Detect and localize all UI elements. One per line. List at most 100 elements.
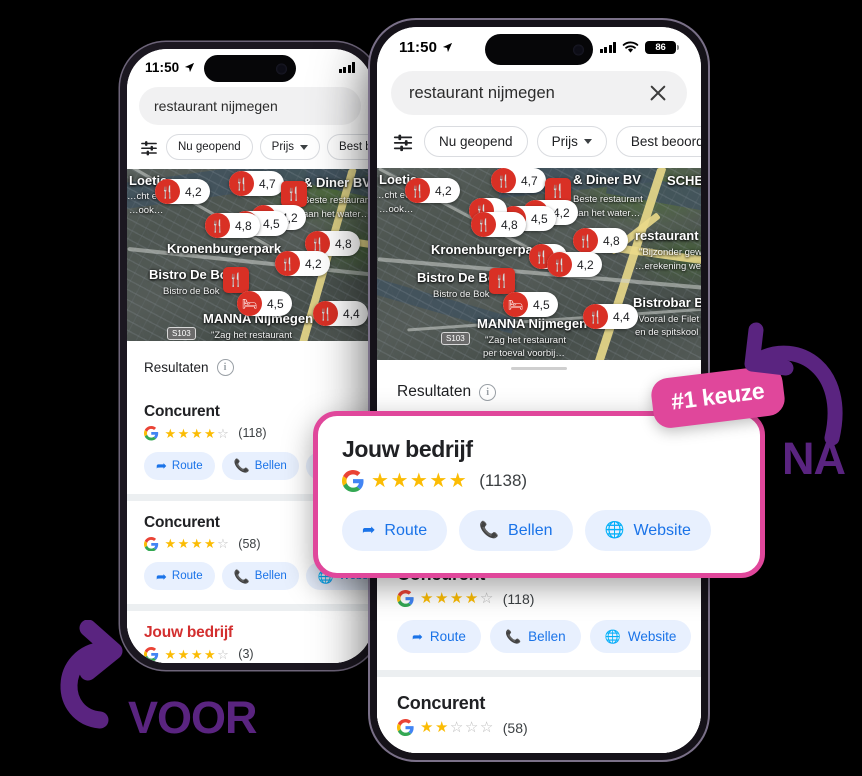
restaurant-icon: 🍴 bbox=[471, 212, 496, 237]
chip-best-beoordeeld-before[interactable]: Best beoordeeld bbox=[327, 134, 373, 160]
map-label: Bistro de Bok bbox=[433, 289, 490, 300]
website-button[interactable]: 🌐 Website bbox=[584, 510, 711, 551]
map-label: …erekening werd… bbox=[635, 261, 701, 272]
search-query-after: restaurant nijmegen bbox=[409, 83, 555, 102]
dynamic-island-before bbox=[204, 55, 296, 82]
pin-rating: 4,2 bbox=[305, 256, 322, 271]
call-button[interactable]: 📞 Bellen bbox=[221, 451, 299, 480]
route-label: Route bbox=[171, 570, 203, 582]
chip-label: Nu geopend bbox=[439, 134, 513, 149]
map-pin[interactable]: 🛏 4,5 bbox=[503, 292, 558, 317]
location-arrow-icon bbox=[442, 42, 453, 52]
search-input-before[interactable]: restaurant nijmegen bbox=[139, 87, 361, 125]
filter-chips-after: Nu geopend Prijs Best beoordeeld bbox=[377, 115, 701, 168]
map-pin[interactable]: 🍴 4,4 bbox=[583, 304, 638, 329]
call-button[interactable]: 📞 Bellen bbox=[489, 620, 581, 653]
chip-nu-geopend-after[interactable]: Nu geopend bbox=[424, 126, 528, 157]
map-pin[interactable]: 🍴 4,4 bbox=[313, 301, 368, 326]
website-label: Website bbox=[627, 629, 677, 644]
map-pin[interactable]: 🍴 4,8 bbox=[205, 213, 260, 238]
chip-label: Best beoordeeld bbox=[339, 141, 373, 153]
map-pin[interactable]: 🍴 bbox=[281, 181, 307, 207]
globe-icon: 🌐 bbox=[604, 521, 625, 539]
route-button[interactable]: ➦ Route bbox=[342, 510, 448, 551]
chip-nu-geopend-before[interactable]: Nu geopend bbox=[166, 134, 253, 160]
star-rating: ★ ★ ★ ★ ☆ bbox=[164, 536, 230, 552]
map-label: "Bijzonder gewaa… bbox=[639, 247, 701, 258]
map-label: "Zag het restaurant bbox=[485, 335, 567, 346]
map-pin[interactable]: 🍴 bbox=[223, 267, 249, 293]
map-label: MANNA Nijmegen bbox=[477, 316, 588, 331]
tune-icon[interactable] bbox=[391, 131, 415, 153]
chevron-down-icon bbox=[583, 139, 592, 144]
filter-chips-before: Nu geopend Prijs Best beoordeeld bbox=[127, 125, 373, 169]
map-label: Kronenburgerpark bbox=[431, 242, 546, 257]
map-label: Beste restaurant bbox=[303, 195, 373, 206]
pin-rating: 4,5 bbox=[533, 297, 550, 312]
map-label: Kronenburgerpark bbox=[167, 241, 282, 256]
route-button[interactable]: ➦ Route bbox=[397, 620, 481, 653]
map-pin[interactable]: 🍴 4,7 bbox=[229, 171, 284, 196]
clock-label: 11:50 bbox=[399, 38, 438, 56]
close-icon[interactable] bbox=[647, 82, 669, 104]
route-button[interactable]: ➦ Route bbox=[144, 562, 215, 590]
map-label: per toeval voorbij… bbox=[483, 348, 565, 359]
info-icon[interactable]: i bbox=[479, 383, 497, 401]
pin-rating: 4,5 bbox=[531, 211, 548, 226]
map-view-after[interactable]: Loetje …cht een …ook… & Diner BV Beste r… bbox=[377, 168, 701, 360]
map-pin[interactable]: 🍴 4,8 bbox=[471, 212, 526, 237]
map-pin[interactable]: 🍴 4,7 bbox=[491, 168, 546, 193]
route-label: Route bbox=[384, 521, 428, 539]
chip-prijs-after[interactable]: Prijs bbox=[536, 126, 607, 157]
composite-canvas: 11:50 restaurant nijmegen Nu geopend Pri… bbox=[0, 0, 862, 776]
map-label: SCHEPEN bbox=[667, 173, 701, 188]
review-count: (58) bbox=[238, 536, 261, 551]
map-pin[interactable]: 🍴 4,2 bbox=[155, 179, 210, 204]
map-pin[interactable]: 🍴 bbox=[489, 268, 515, 294]
search-area-after: restaurant nijmegen bbox=[377, 67, 701, 115]
map-pin[interactable]: 🛏 4,5 bbox=[237, 291, 292, 316]
highlight-business-name: Jouw bedrijf bbox=[342, 436, 473, 462]
tune-icon[interactable] bbox=[139, 138, 159, 157]
star-rating: ★ ★ ★ ★ ☆ bbox=[164, 425, 230, 441]
list-divider bbox=[377, 670, 701, 677]
globe-icon: 🌐 bbox=[604, 629, 621, 644]
info-icon[interactable]: i bbox=[216, 359, 234, 376]
google-g-icon bbox=[144, 426, 159, 441]
pin-rating: 4,4 bbox=[343, 306, 360, 321]
route-button[interactable]: ➦ Route bbox=[144, 451, 215, 480]
map-pin[interactable]: 🍴 4,2 bbox=[547, 252, 602, 277]
directions-icon: ➦ bbox=[362, 521, 376, 539]
battery-level: 86 bbox=[645, 40, 676, 54]
list-divider bbox=[127, 604, 373, 611]
location-arrow-icon bbox=[185, 62, 195, 72]
map-pin[interactable]: 🍴 4,2 bbox=[275, 251, 330, 276]
directions-icon: ➦ bbox=[156, 458, 167, 473]
chip-prijs-before[interactable]: Prijs bbox=[259, 134, 321, 160]
chip-label: Prijs bbox=[271, 141, 295, 153]
status-bar-before: 11:50 bbox=[127, 49, 373, 85]
restaurant-icon: 🍴 bbox=[549, 183, 567, 198]
results-label: Resultaten bbox=[144, 360, 209, 375]
status-indicators-after: 86 bbox=[599, 40, 679, 54]
website-button[interactable]: 🌐 Website bbox=[589, 620, 692, 653]
result-item[interactable]: Concurent ★ ★ ☆ ☆ ☆ (58) bbox=[377, 677, 701, 753]
pin-rating: 4,2 bbox=[577, 257, 594, 272]
front-camera-icon bbox=[276, 63, 287, 74]
map-label: Bistro de Bok bbox=[163, 286, 220, 297]
highlight-result-card[interactable]: Jouw bedrijf ★ ★ ★ ★ ★ (1138) ➦ Route 📞 Bellen… bbox=[313, 411, 765, 578]
star-rating: ★ ★ ★ ★ ☆ bbox=[420, 590, 494, 607]
call-button[interactable]: 📞 Bellen bbox=[221, 562, 299, 590]
search-input-after[interactable]: restaurant nijmegen bbox=[391, 71, 687, 115]
cellular-bars-icon bbox=[599, 41, 616, 53]
map-view-before[interactable]: Loetje …cht een …ook… & Diner BV Beste r… bbox=[127, 169, 373, 341]
review-count: (3) bbox=[238, 647, 254, 662]
map-pin[interactable]: 🍴 4,8 bbox=[573, 228, 628, 253]
review-count: (118) bbox=[238, 426, 267, 441]
chip-best-beoordeeld-after[interactable]: Best beoordeeld bbox=[615, 126, 701, 157]
map-pin[interactable]: 🍴 4,2 bbox=[405, 178, 460, 203]
clock-label: 11:50 bbox=[145, 59, 180, 75]
call-button[interactable]: 📞 Bellen bbox=[459, 510, 573, 551]
restaurant-icon: 🍴 bbox=[313, 301, 338, 326]
phone-icon: 📞 bbox=[233, 458, 250, 473]
